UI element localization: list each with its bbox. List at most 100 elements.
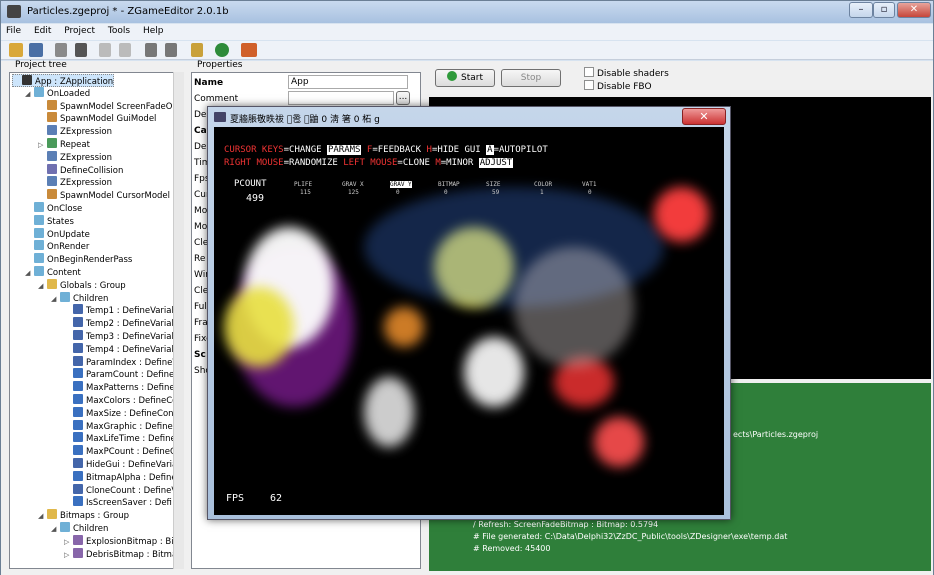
stop-label: Stop: [520, 73, 542, 83]
open-icon[interactable]: [9, 43, 23, 57]
tree-node[interactable]: States: [25, 214, 74, 228]
tree-node[interactable]: ◢ OnLoaded: [25, 86, 90, 101]
hud-text: CURSOR KEYS: [224, 145, 284, 155]
tree-node[interactable]: MaxSize : DefineCon: [64, 406, 174, 420]
constant-icon: [73, 470, 83, 481]
xml-icon[interactable]: [241, 43, 257, 57]
tree-node[interactable]: DefineCollision: [38, 163, 123, 177]
expand-toggle-icon[interactable]: ◢: [51, 293, 58, 306]
tree-node[interactable]: MaxGraphic : Definel: [64, 419, 175, 433]
property-value-field[interactable]: App: [288, 75, 408, 89]
start-button[interactable]: Start: [435, 69, 495, 87]
add-icon[interactable]: [55, 43, 67, 57]
tree-node-label: MaxColors : DefineCo: [86, 396, 178, 406]
tree-node[interactable]: Temp3 : DefineVarial: [64, 330, 174, 343]
copy-icon[interactable]: [145, 43, 157, 57]
menu-tools[interactable]: Tools: [103, 24, 135, 38]
property-value-field[interactable]: [288, 91, 394, 105]
menu-project[interactable]: Project: [59, 24, 100, 38]
tree-node[interactable]: App : ZApplication: [12, 74, 115, 87]
tree-node-label: States: [47, 216, 74, 227]
game-canvas[interactable]: CURSOR KEYS=CHANGE PARAMS F=FEEDBACK H=H…: [214, 127, 724, 515]
tree-node[interactable]: ◢ Children: [51, 522, 108, 535]
paste-icon[interactable]: [165, 43, 177, 57]
expand-toggle-icon[interactable]: ◢: [25, 267, 32, 280]
tree-node[interactable]: ◢ Bitmaps : Group: [38, 509, 129, 522]
menu-file[interactable]: File: [1, 24, 26, 38]
particle-glow: [514, 247, 634, 367]
property-label: De: [194, 142, 207, 152]
tree-node[interactable]: CloneCount : DefineV: [64, 483, 177, 497]
tree-node[interactable]: MaxPatterns : Define: [64, 381, 175, 394]
tree-node[interactable]: ◢ Children: [51, 291, 108, 306]
disable-shaders-checkbox[interactable]: Disable shaders: [584, 67, 669, 79]
tree-node-label: Children: [73, 524, 109, 534]
event-icon: [34, 227, 44, 238]
menu-edit[interactable]: Edit: [29, 24, 56, 38]
expand-toggle-icon[interactable]: ◢: [25, 88, 32, 101]
play-icon: [447, 71, 457, 81]
menu-help[interactable]: Help: [138, 24, 169, 38]
tree-node[interactable]: ▷ ExplosionBitmap : Bit: [64, 534, 177, 548]
tree-node[interactable]: MaxPCount : DefineC: [64, 445, 176, 458]
param-value: 0: [396, 189, 400, 196]
tree-node[interactable]: OnUpdate: [25, 227, 90, 241]
tree-node[interactable]: HideGui : DefineVaria: [64, 458, 177, 471]
tree-node[interactable]: IsScreenSaver : Defi: [64, 496, 172, 509]
tree-node[interactable]: SpawnModel CursorModel (F: [38, 189, 181, 202]
tree-node[interactable]: ▷ DebrisBitmap : Bitmap: [64, 547, 182, 562]
game-close-button[interactable]: ✕: [682, 108, 726, 125]
pcount-label: PCOUNT: [234, 179, 267, 189]
save-icon[interactable]: [29, 43, 43, 57]
move-down-icon[interactable]: [119, 43, 131, 57]
tree-node[interactable]: SpawnModel GuiModel: [38, 112, 156, 125]
property-label: Fra: [194, 318, 208, 328]
tree-node[interactable]: ◢ Content: [25, 266, 81, 279]
tree-node[interactable]: OnBeginRenderPass: [25, 253, 132, 266]
tree-node-label: MaxLifeTime : Define: [86, 434, 176, 445]
event-icon: [34, 253, 44, 264]
tree-node[interactable]: ◢ Globals : Group: [38, 278, 126, 293]
tree-node[interactable]: OnRender: [25, 240, 89, 253]
stop-button[interactable]: Stop: [501, 69, 561, 87]
log-line: / Refresh: ScreenFadeBitmap : Bitmap: 0.…: [473, 520, 659, 529]
expand-toggle-icon[interactable]: ▷: [64, 549, 71, 562]
hud-line-2: RIGHT MOUSE=RANDOMIZE LEFT MOUSE=CLONE M…: [224, 158, 514, 168]
tree-node[interactable]: ZExpression: [38, 150, 112, 164]
tree-node[interactable]: Temp2 : DefineVarial: [64, 317, 174, 330]
tree-node[interactable]: SpawnModel ScreenFadeOu: [38, 99, 178, 113]
tree-node-label: ExplosionBitmap : Bit: [86, 536, 177, 547]
tree-node[interactable]: BitmapAlpha : Define: [64, 470, 177, 484]
expand-toggle-icon[interactable]: ◢: [38, 280, 45, 293]
tree-scrollbar[interactable]: [173, 72, 184, 569]
game-window[interactable]: 夏牆脹敬昳祓 ゙卺 ゙鼬 0 淸 箸 0 柘 g ✕ CURSOR KEYS=C…: [207, 106, 731, 520]
ellipsis-button[interactable]: ...: [396, 91, 410, 105]
tree-node[interactable]: ▷ Repeat: [38, 138, 90, 151]
expand-toggle-icon[interactable]: ◢: [51, 523, 58, 536]
move-up-icon[interactable]: [99, 43, 111, 57]
tree-node[interactable]: Temp4 : DefineVarial: [64, 342, 174, 356]
lock-icon[interactable]: [191, 43, 203, 57]
tree-node[interactable]: ParamIndex : DefineV: [64, 355, 178, 369]
delete-icon[interactable]: [75, 43, 87, 57]
log-line: ects\Particles.zgeproj: [733, 430, 819, 439]
maximize-button[interactable]: ▫: [873, 2, 895, 18]
tree-node[interactable]: Temp1 : DefineVarial: [64, 304, 174, 317]
tree-node[interactable]: ParamCount : Define: [64, 368, 174, 381]
tree-node-label: Globals : Group: [60, 280, 126, 291]
minimize-button[interactable]: –: [849, 2, 873, 18]
tree-node-label: Temp1 : DefineVarial: [86, 306, 174, 317]
run-icon[interactable]: [215, 43, 229, 57]
disable-fbo-checkbox[interactable]: Disable FBO: [584, 80, 652, 92]
tree-node-label: Temp4 : DefineVarial: [86, 344, 174, 355]
tree-node[interactable]: ZExpression: [38, 176, 112, 189]
project-tree[interactable]: App : ZApplication ◢ OnLoaded SpawnModel Sc…: [9, 72, 183, 569]
tree-node[interactable]: MaxLifeTime : Define: [64, 432, 176, 445]
variable-icon: [73, 330, 83, 340]
tree-node[interactable]: OnClose: [25, 202, 82, 215]
tree-node[interactable]: ZExpression: [38, 125, 112, 138]
close-button[interactable]: ✕: [897, 2, 931, 18]
expand-toggle-icon[interactable]: ◢: [38, 510, 45, 523]
param-value: 115: [300, 189, 311, 196]
tree-node[interactable]: MaxColors : DefineCo: [64, 394, 177, 407]
